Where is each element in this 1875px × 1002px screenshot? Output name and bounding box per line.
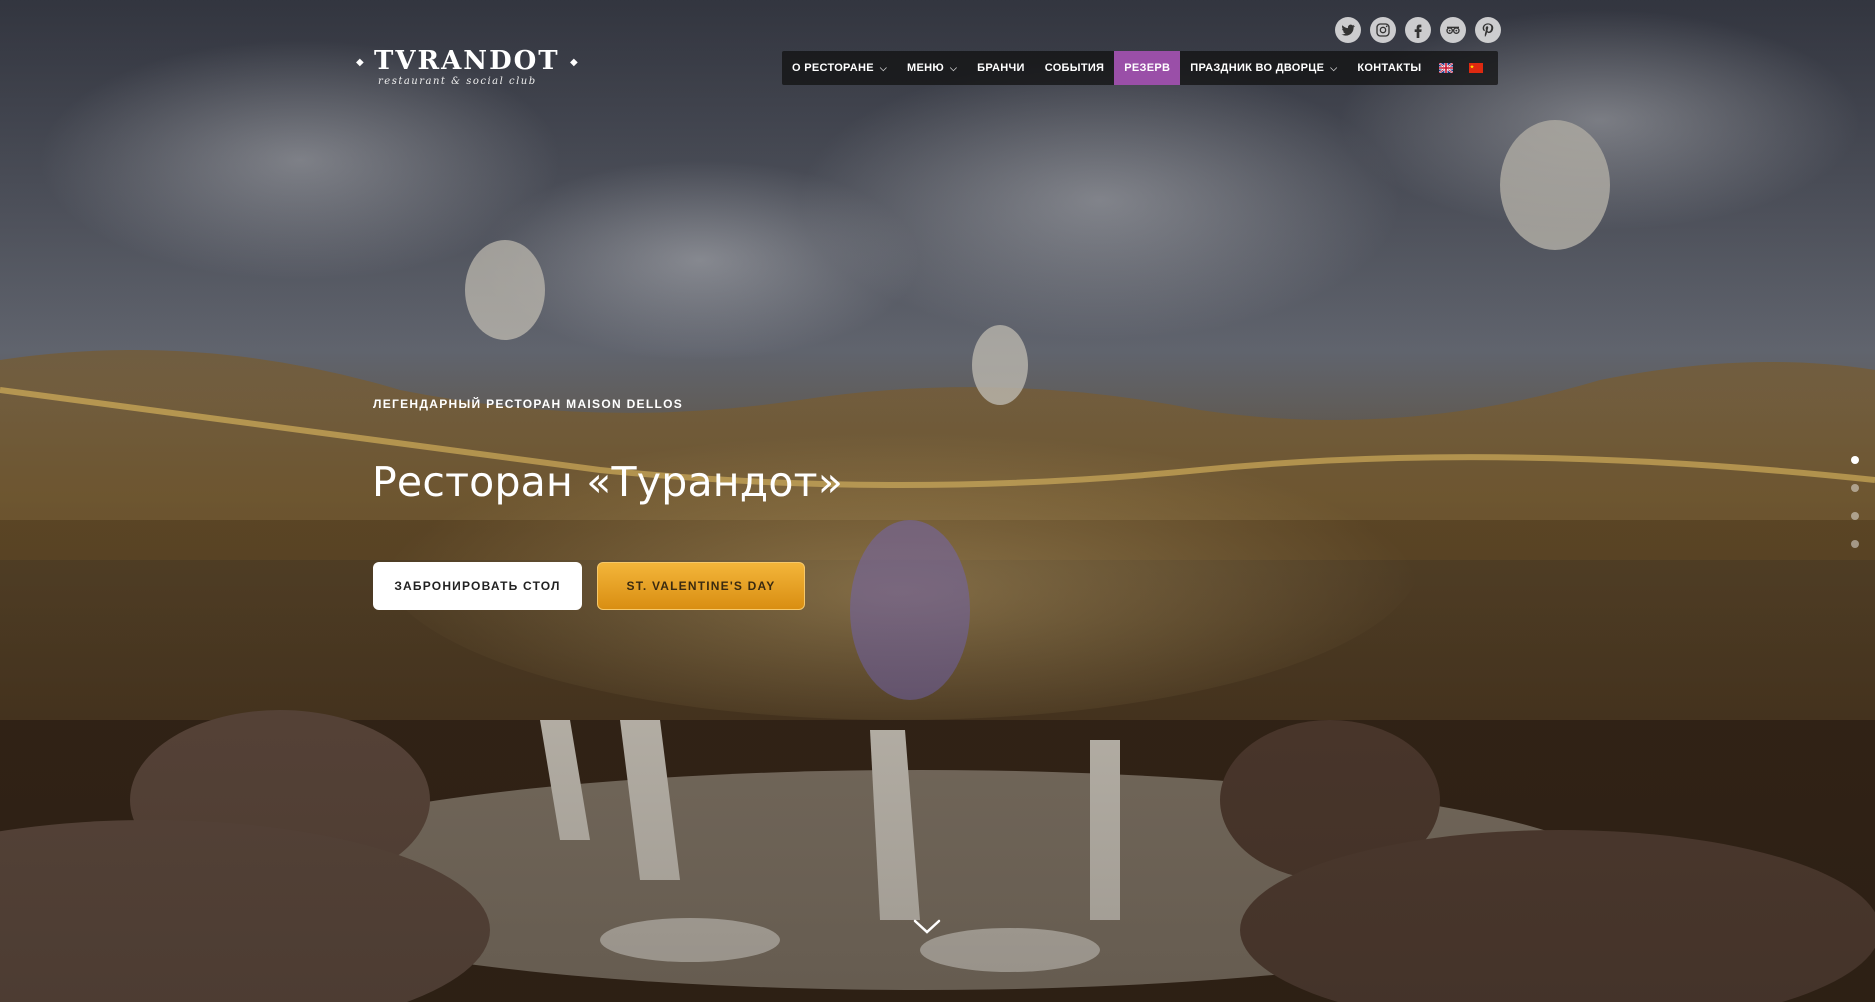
book-table-button[interactable]: ЗАБРОНИРОВАТЬ СТОЛ bbox=[373, 562, 582, 610]
valentines-day-button[interactable]: ST. VALENTINE'S DAY bbox=[597, 562, 805, 610]
logo-right-ornament: ◆ bbox=[570, 57, 578, 68]
logo-left-ornament: ◆ bbox=[356, 57, 364, 68]
chevron-down-icon: ⌵ bbox=[1330, 62, 1338, 73]
nav-label: КОНТАКТЫ bbox=[1357, 62, 1422, 74]
nav-item-events[interactable]: СОБЫТИЯ bbox=[1035, 51, 1115, 85]
slider-pagination bbox=[1851, 456, 1859, 548]
english-flag-icon[interactable] bbox=[1439, 63, 1454, 73]
brand-tagline: restaurant & social club bbox=[378, 76, 537, 87]
main-nav: О РЕСТОРАНЕ ⌵ МЕНЮ ⌵ БРАНЧИ СОБЫТИЯ РЕЗЕРВ… bbox=[782, 51, 1498, 85]
nav-item-brunches[interactable]: БРАНЧИ bbox=[967, 51, 1035, 85]
slider-dot[interactable] bbox=[1851, 512, 1859, 520]
hero-overlay bbox=[0, 0, 1875, 1002]
hero-eyebrow: ЛЕГЕНДАРНЫЙ РЕСТОРАН MAISON DELLOS bbox=[373, 397, 684, 411]
nav-label: О РЕСТОРАНЕ bbox=[792, 62, 874, 74]
hero-title: Ресторан «Турандот» bbox=[372, 458, 843, 506]
instagram-icon[interactable] bbox=[1370, 17, 1396, 43]
brand-logo[interactable]: ◆ TVRANDOT ◆ restaurant & social club bbox=[356, 46, 580, 90]
nav-item-reserve[interactable]: РЕЗЕРВ bbox=[1114, 51, 1181, 85]
tripadvisor-icon[interactable] bbox=[1440, 17, 1466, 43]
nav-label: СОБЫТИЯ bbox=[1044, 62, 1105, 74]
slider-dot[interactable] bbox=[1851, 456, 1859, 464]
nav-label: РЕЗЕРВ bbox=[1124, 62, 1171, 74]
nav-item-contacts[interactable]: КОНТАКТЫ bbox=[1347, 51, 1431, 85]
slider-dot[interactable] bbox=[1851, 484, 1859, 492]
nav-label: МЕНЮ bbox=[906, 62, 944, 74]
slider-dot[interactable] bbox=[1851, 540, 1859, 548]
scroll-down-chevron-icon[interactable] bbox=[912, 917, 942, 937]
brand-name: TVRANDOT bbox=[374, 46, 560, 76]
chevron-down-icon: ⌵ bbox=[879, 62, 887, 73]
pinterest-icon[interactable] bbox=[1475, 17, 1501, 43]
nav-item-palace-party[interactable]: ПРАЗДНИК ВО ДВОРЦЕ ⌵ bbox=[1180, 51, 1347, 85]
chevron-down-icon: ⌵ bbox=[949, 62, 958, 73]
social-links bbox=[1335, 17, 1501, 43]
nav-label: ПРАЗДНИК ВО ДВОРЦЕ bbox=[1190, 62, 1325, 74]
twitter-icon[interactable] bbox=[1335, 17, 1361, 43]
nav-item-about[interactable]: О РЕСТОРАНЕ ⌵ bbox=[782, 51, 897, 85]
facebook-icon[interactable] bbox=[1405, 17, 1431, 43]
nav-item-menu[interactable]: МЕНЮ ⌵ bbox=[897, 51, 967, 85]
nav-label: БРАНЧИ bbox=[977, 62, 1025, 74]
hero-section bbox=[0, 0, 1875, 1002]
chinese-flag-icon[interactable] bbox=[1469, 63, 1484, 73]
